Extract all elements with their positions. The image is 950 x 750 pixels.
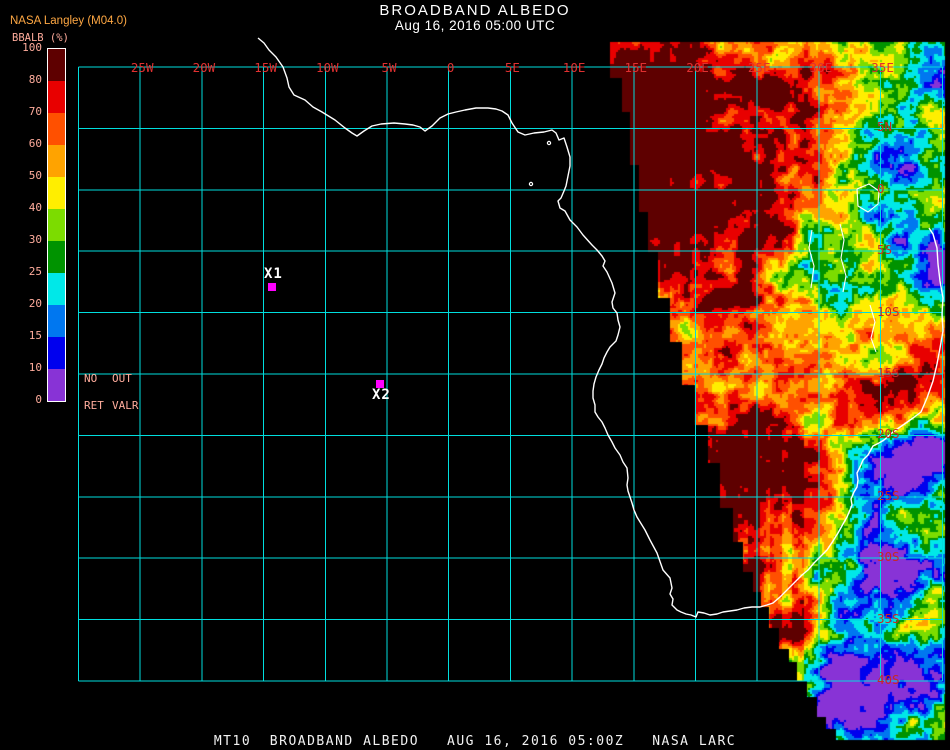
lat-axis-label: 30S: [877, 549, 900, 565]
albedo-map-product: NASA Langley (M04.0) BROADBAND ALBEDO Au…: [0, 0, 950, 750]
colorbar-tick: 10: [28, 361, 42, 374]
grid-lines: [78, 66, 943, 682]
retrieval-flag-label: VALR: [112, 399, 139, 412]
retrieval-flag-label: RET: [84, 399, 104, 412]
map-overlay: [78, 37, 944, 682]
colorbar-segment: [48, 305, 65, 337]
colorbar-segment: [48, 145, 65, 177]
colorbar-segment: [48, 241, 65, 273]
lon-axis-label: 15E: [624, 60, 648, 75]
point-marker-label: X1: [264, 266, 283, 282]
footer-caption: MT10 BROADBAND ALBEDO AUG 16, 2016 05:00…: [213, 734, 737, 749]
lat-axis-label: 20S: [877, 426, 900, 442]
colorbar-tick: 25: [28, 265, 42, 278]
colorbar-segment: [48, 273, 65, 305]
lon-axis-label: 20W: [192, 60, 216, 75]
lon-axis-label: 0: [446, 60, 455, 75]
colorbar: [47, 48, 66, 402]
retrieval-flag-label: OUT: [112, 372, 132, 385]
colorbar-segment: [48, 337, 65, 369]
lat-axis-label: 40S: [877, 672, 900, 687]
colorbar-tick: 50: [28, 169, 42, 182]
lon-axis-label: 5W: [381, 60, 397, 75]
lat-axis-label: 15S: [877, 365, 900, 380]
lon-axis-label: 35E: [871, 60, 894, 75]
colorbar-tick: 40: [28, 201, 42, 214]
colorbar-segment: [48, 209, 65, 241]
point-marker: [268, 283, 276, 291]
lat-axis-label: 25S: [877, 487, 900, 503]
lon-axis-label: 15W: [254, 60, 277, 75]
colorbar-tick: 30: [28, 233, 42, 246]
colorbar-tick: 70: [28, 105, 42, 118]
lon-axis-label: 20E: [686, 60, 709, 75]
page-title: BROADBAND ALBEDO: [379, 2, 571, 19]
coastline: [257, 37, 944, 618]
retrieval-flag-label: NO: [84, 372, 98, 385]
lon-axis-label: 10W: [316, 60, 339, 75]
lat-axis-label: 0: [877, 180, 885, 196]
lon-axis-label: 10E: [562, 60, 586, 75]
lon-axis-label: 30E: [809, 60, 833, 75]
timestamp-subtitle: Aug 16, 2016 05:00 UTC: [394, 18, 556, 33]
colorbar-tick: 60: [28, 137, 42, 150]
colorbar-segment: [48, 369, 65, 401]
colorbar-segment: [48, 113, 65, 145]
point-marker-label: X2: [372, 387, 391, 403]
lat-axis-label: 35S: [877, 610, 900, 626]
lat-axis-label: 5S: [877, 242, 893, 258]
colorbar-segment: [48, 49, 65, 81]
colorbar-tick: 20: [28, 297, 42, 310]
colorbar-tick: 0: [35, 393, 42, 406]
lon-axis-label: 25E: [747, 60, 771, 75]
colorbar-segment: [48, 81, 65, 113]
lon-axis-label: 5E: [504, 60, 520, 75]
lat-axis-label: 10S: [877, 303, 900, 319]
colorbar-segment: [48, 177, 65, 209]
lat-axis-label: 5N: [877, 119, 893, 135]
lon-axis-label: 25W: [130, 60, 154, 75]
colorbar-tick: 80: [28, 73, 42, 86]
colorbar-tick: 15: [28, 329, 42, 342]
colorbar-tick: 100: [22, 41, 42, 54]
